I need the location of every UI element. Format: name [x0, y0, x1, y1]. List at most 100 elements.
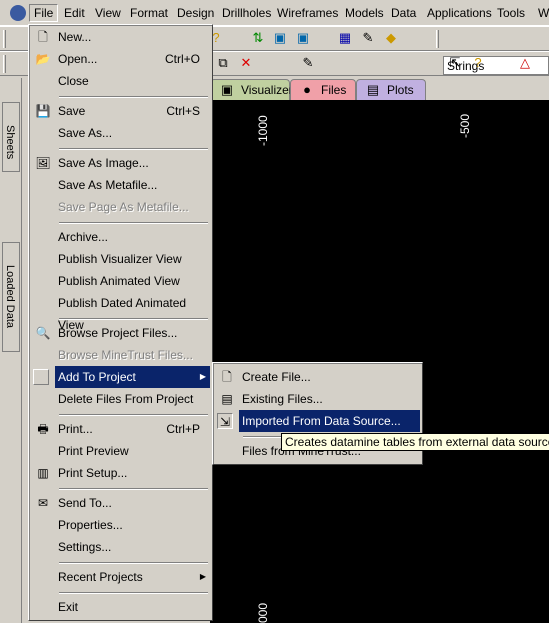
delete-icon[interactable]: ✕ [238, 55, 254, 71]
menu-item-label: Open... [58, 52, 98, 66]
tab-icon: ▤ [366, 82, 380, 97]
menu-item-browse-minetrust-files: Browse MineTrust Files... [31, 344, 210, 366]
menu-item-publish-dated-animated-view[interactable]: Publish Dated Animated View [31, 292, 210, 332]
menu-wi[interactable]: Wi [538, 6, 549, 20]
app-logo-icon [10, 5, 26, 21]
menu-item-label: Add To Project [58, 370, 136, 384]
menu-item-label: Save As Metafile... [58, 178, 158, 192]
object-icon[interactable]: ⧉ [215, 55, 231, 71]
menu-item-browse-project-files[interactable]: 🔍 Browse Project Files... [31, 322, 210, 344]
tab-label: Files [321, 83, 347, 97]
submenu-arrow-icon: ▶ [199, 372, 206, 381]
menu-item-save-page-as-metafile: Save Page As Metafile... [31, 196, 210, 218]
menu-item-save-as[interactable]: Save As... [31, 122, 210, 144]
window-2-icon[interactable]: ▣ [295, 30, 311, 46]
menu-item-properties[interactable]: Properties... [31, 514, 210, 536]
file-menu: 🗋 New... 📂 Open... Ctrl+O Close 💾 Save Ctrl+S Sav… [28, 24, 213, 621]
menu-item-save[interactable]: 💾 Save Ctrl+S [31, 100, 210, 122]
menu-separator [59, 592, 208, 594]
menu-separator [59, 222, 208, 224]
menu-item-archive[interactable]: Archive... [31, 226, 210, 248]
menu-file[interactable]: File [29, 4, 59, 22]
menu-item-label: Print... [58, 422, 93, 436]
print-icon: 🖶 [37, 422, 49, 436]
create-file-icon: 🗋 [222, 370, 232, 384]
menu-item-label: Existing Files... [242, 392, 323, 406]
menu-item-save-as-metafile[interactable]: Save As Metafile... [31, 174, 210, 196]
menu-item-settings[interactable]: Settings... [31, 536, 210, 558]
menu-item-label: Send To... [58, 496, 112, 510]
menu-item-label: Recent Projects [58, 570, 143, 584]
menu-item-save-as-image[interactable]: 🖼 Save As Image... [31, 152, 210, 174]
menu-item-publish-animated-view[interactable]: Publish Animated View [31, 270, 210, 292]
menu-item-label: Save As... [58, 126, 113, 140]
menu-item-exit[interactable]: Exit [31, 596, 210, 618]
send-icon: ✉ [37, 496, 49, 510]
menu-item-label: Delete Files From Project [58, 392, 194, 406]
triangle-icon[interactable]: △ [517, 55, 533, 71]
grid-icon[interactable]: ▦ [337, 30, 353, 46]
menu-tools[interactable]: Tools [497, 6, 525, 20]
menu-item-print[interactable]: 🖶 Print... Ctrl+P [31, 418, 210, 440]
shortcut: Ctrl+O [164, 52, 200, 66]
import-icon: ⇲ [217, 413, 233, 429]
image-icon: 🖼 [35, 156, 51, 170]
menu-separator [59, 562, 208, 564]
menu-item-label: Exit [58, 600, 79, 614]
menu-edit[interactable]: Edit [64, 6, 85, 20]
menu-item-delete-files-from-project[interactable]: Delete Files From Project [31, 388, 210, 410]
menu-item-label: Create File... [242, 370, 311, 384]
submenu-arrow-icon: ▶ [199, 572, 206, 581]
pencil-icon[interactable]: ✎ [300, 55, 316, 71]
menu-item-print-preview[interactable]: Print Preview [31, 440, 210, 462]
menu-item-open[interactable]: 📂 Open... Ctrl+O [31, 48, 210, 70]
menu-models[interactable]: Models [345, 6, 384, 20]
menu-separator [59, 318, 208, 320]
menu-view[interactable]: View [95, 6, 121, 20]
query-icon[interactable]: ? [470, 55, 486, 71]
edit-icon[interactable]: ✎ [360, 30, 376, 46]
menu-data[interactable]: Data [391, 6, 416, 20]
side-tab-loaded-data[interactable]: Loaded Data [2, 242, 20, 352]
shortcut: Ctrl+P [166, 422, 200, 436]
side-tab-sheets[interactable]: Sheets [2, 102, 20, 172]
tab-visualizer[interactable]: ▣ Visualizer [210, 79, 293, 100]
menu-item-existing-files[interactable]: ▤ Existing Files... [215, 388, 420, 410]
menu-item-label: New... [58, 30, 92, 44]
menu-applications[interactable]: Applications [427, 6, 492, 20]
menu-wireframes[interactable]: Wireframes [277, 6, 338, 20]
menu-design[interactable]: Design [177, 6, 214, 20]
menu-item-label: Publish Animated View [58, 274, 180, 288]
menu-item-recent-projects[interactable]: Recent Projects ▶ [31, 566, 210, 588]
menu-item-label: Save [58, 104, 86, 118]
menu-separator [59, 148, 208, 150]
menu-item-new[interactable]: 🗋 New... [31, 26, 210, 48]
menu-item-send-to[interactable]: ✉ Send To... [31, 492, 210, 514]
tab-icon: ▣ [220, 82, 234, 97]
window-icon[interactable]: ▣ [272, 30, 288, 46]
save-icon: 💾 [35, 104, 51, 118]
menu-item-add-to-project[interactable]: Add To Project ▶ [33, 366, 210, 388]
menu-item-label: Print Preview [58, 444, 129, 458]
tab-label: Visualizer [241, 83, 293, 97]
menu-item-close[interactable]: Close [31, 70, 210, 92]
menu-item-label: Save As Image... [58, 156, 149, 170]
shapes-icon[interactable]: ◆ [383, 30, 399, 46]
menu-item-label: Archive... [58, 230, 109, 244]
menu-icon-slot [33, 369, 49, 385]
menu-item-create-file[interactable]: 🗋 Create File... [215, 366, 420, 388]
menu-separator [59, 414, 208, 416]
menu-item-label: Settings... [58, 540, 112, 554]
refresh-icon[interactable]: ⇅ [250, 30, 266, 46]
menu-drillholes[interactable]: Drillholes [222, 6, 271, 20]
tab-files[interactable]: ● Files [290, 79, 356, 100]
menu-format[interactable]: Format [130, 6, 168, 20]
menu-item-publish-visualizer-view[interactable]: Publish Visualizer View [31, 248, 210, 270]
tab-plots[interactable]: ▤ Plots [356, 79, 426, 100]
menu-item-label: Browse Project Files... [58, 326, 178, 340]
menu-item-imported-from-data-source[interactable]: ⇲ Imported From Data Source... [217, 410, 420, 432]
select-icon[interactable]: ⇱ [447, 55, 463, 71]
menu-item-print-setup[interactable]: ▥ Print Setup... [31, 462, 210, 484]
menu-item-label: Browse MineTrust Files... [58, 348, 193, 362]
menu-item-label: Properties... [58, 518, 123, 532]
